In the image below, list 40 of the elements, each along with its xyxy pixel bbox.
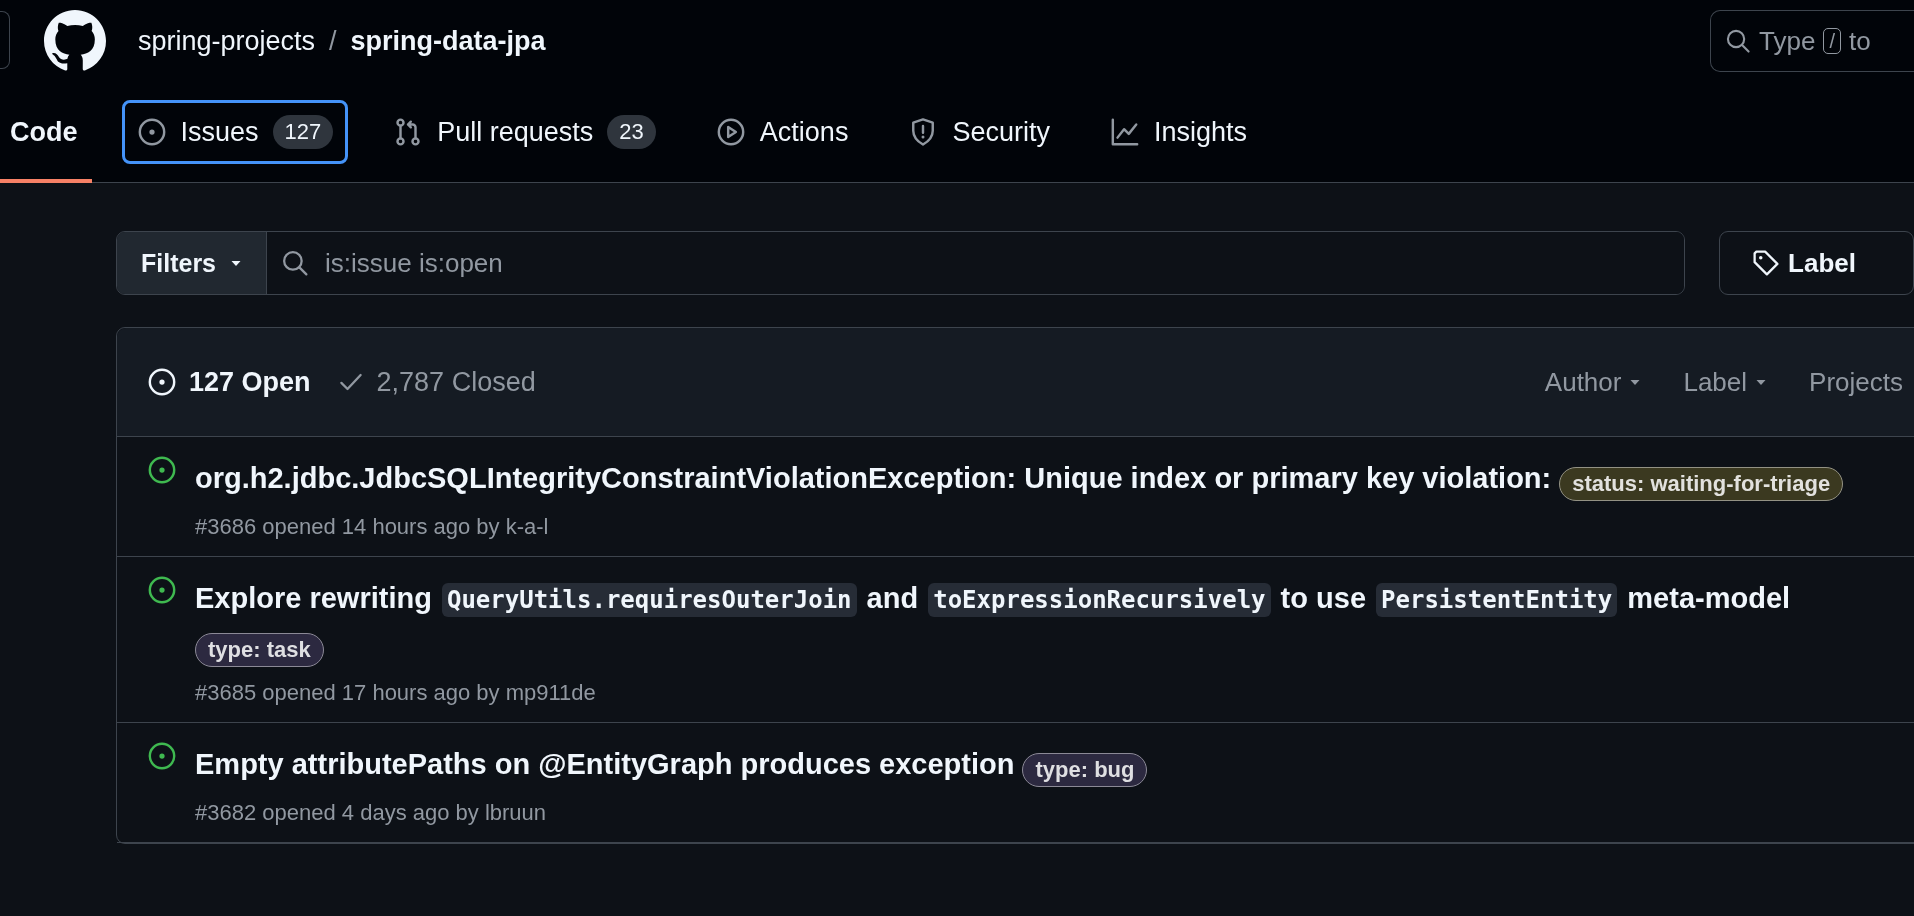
- issue-meta-text: #3685 opened 17 hours ago by mp911de: [195, 680, 597, 706]
- line-graph-icon: [1109, 117, 1140, 147]
- repo-tab[interactable]: Code: [0, 82, 92, 183]
- tag-icon: [1752, 249, 1781, 277]
- filter-dropdown[interactable]: Projects: [1809, 366, 1903, 398]
- issue-circle-icon: [136, 117, 167, 147]
- search-field[interactable]: Type / to: [1710, 10, 1914, 72]
- issue-title-link[interactable]: org.h2.jdbc.JdbcSQLIntegrityConstraintViolationException: Unique index or primary key violation:: [195, 462, 1552, 494]
- repo-tab[interactable]: Pull requests 23: [378, 100, 671, 164]
- issue-label[interactable]: status: waiting-for-triage: [1559, 466, 1844, 501]
- repo-tab[interactable]: Actions: [700, 100, 864, 164]
- state-filter-link[interactable]: 127 Open: [147, 366, 311, 398]
- octocat-logo-icon[interactable]: [44, 10, 106, 72]
- repo-link[interactable]: spring-data-jpa: [350, 25, 546, 57]
- issue-label[interactable]: type: task: [195, 632, 324, 667]
- search-placeholder: Type: [1759, 25, 1816, 57]
- labels-button[interactable]: Label: [1719, 231, 1914, 295]
- open-issue-icon: [147, 741, 177, 771]
- count-badge: 127: [272, 115, 334, 149]
- open-issue-icon: [147, 455, 177, 485]
- open-issue-icon: [147, 575, 177, 605]
- issue-meta-text: #3682 opened 4 days ago by lbruun: [195, 800, 548, 826]
- shortcut-key: /: [1823, 28, 1841, 54]
- play-circle-icon: [715, 117, 746, 147]
- state-filter-link[interactable]: 2,787 Closed: [336, 366, 536, 398]
- issue-circle-icon: [147, 367, 177, 397]
- search-icon: [1725, 28, 1751, 54]
- owner-link[interactable]: spring-projects: [138, 25, 316, 57]
- repo-tab[interactable]: Issues 127: [121, 100, 349, 164]
- issue-title-link[interactable]: Explore rewriting QueryUtils.requiresOuterJoin and toExpressionRecursively to use PersistentEntity meta-model: [195, 582, 1791, 614]
- repo-tab[interactable]: Security: [893, 100, 1065, 164]
- filter-dropdown[interactable]: Author: [1544, 366, 1644, 398]
- issue-meta-text: #3686 opened 14 hours ago by k-a-l: [195, 514, 550, 540]
- filter-dropdown[interactable]: Label: [1683, 366, 1770, 398]
- issue-label[interactable]: type: bug: [1022, 752, 1148, 787]
- path-separator: /: [329, 25, 337, 57]
- repo-tab[interactable]: Insights: [1094, 100, 1262, 164]
- count-badge: 23: [607, 115, 656, 149]
- search-placeholder: to: [1848, 25, 1871, 57]
- issue-title-link[interactable]: Empty attributePaths on @EntityGraph produces exception: [195, 748, 1015, 780]
